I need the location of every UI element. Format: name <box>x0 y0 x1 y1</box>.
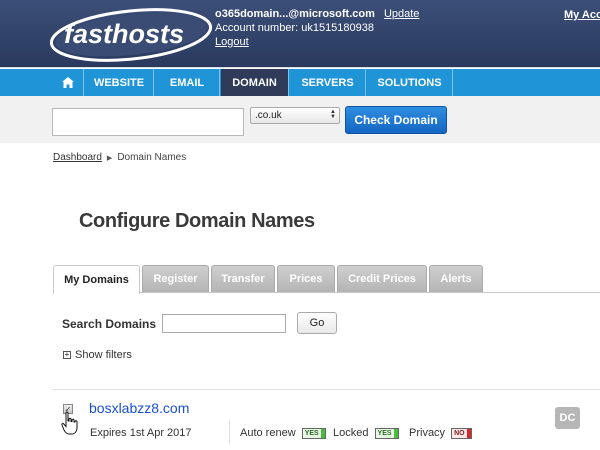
nav-domain[interactable]: DOMAIN <box>221 69 289 96</box>
account-email: o365domain...@microsoft.com <box>215 8 375 20</box>
breadcrumb-current: Domain Names <box>117 152 187 163</box>
nav-servers[interactable]: SERVERS <box>290 69 366 96</box>
nav-home[interactable] <box>52 69 84 96</box>
site-header: fasthosts o365domain...@microsoft.com Up… <box>0 0 600 68</box>
dc-icon[interactable]: DC <box>555 407 580 429</box>
update-link[interactable]: Update <box>384 8 419 20</box>
home-icon <box>61 77 74 88</box>
row-separator <box>229 421 230 443</box>
breadcrumb-arrow-icon: ▶ <box>106 155 113 162</box>
tab-register[interactable]: Register <box>142 265 209 292</box>
locked-label: Locked <box>333 427 369 439</box>
go-button[interactable]: Go <box>297 312 337 334</box>
auto-renew-status: Auto renew YES <box>240 427 326 439</box>
breadcrumb: Dashboard ▶ Domain Names <box>53 152 186 163</box>
domain-name-link[interactable]: bosxlabzz8.com <box>89 400 189 416</box>
locked-value: YES <box>377 430 392 437</box>
row-divider <box>53 389 600 390</box>
locked-toggle[interactable]: YES <box>374 428 399 439</box>
check-domain-button[interactable]: Check Domain <box>345 106 447 134</box>
tab-transfer[interactable]: Transfer <box>211 265 275 292</box>
expand-plus-icon: + <box>63 350 71 359</box>
select-arrows-icon: ▲ ▼ <box>330 109 336 120</box>
domain-expiry: Expires 1st Apr 2017 <box>90 427 192 439</box>
show-filters-label: Show filters <box>75 349 132 361</box>
account-number: Account number: uk1515180938 <box>215 22 375 34</box>
auto-renew-label: Auto renew <box>240 427 296 439</box>
breadcrumb-dashboard[interactable]: Dashboard <box>53 152 102 163</box>
auto-renew-value: YES <box>304 430 319 437</box>
locked-status: Locked YES <box>333 427 399 439</box>
privacy-label: Privacy <box>409 427 446 439</box>
main-nav: WEBSITE EMAIL DOMAIN SERVERS SOLUTIONS <box>0 69 600 96</box>
show-filters-toggle[interactable]: + Show filters <box>63 349 132 361</box>
tld-select[interactable]: .co.uk ▲ ▼ <box>250 107 340 124</box>
tld-selected-value: .co.uk <box>255 110 282 121</box>
nav-email[interactable]: EMAIL <box>155 69 220 96</box>
tab-my-domains[interactable]: My Domains <box>53 265 140 294</box>
privacy-toggle[interactable]: NO <box>451 428 472 439</box>
search-domains-input[interactable] <box>162 314 286 333</box>
svg-text:fasthosts: fasthosts <box>64 19 184 49</box>
tab-alerts[interactable]: Alerts <box>429 265 483 292</box>
domain-search-input[interactable] <box>52 108 244 136</box>
search-domains-label: Search Domains <box>62 317 157 331</box>
account-info: o365domain...@microsoft.com Update Accou… <box>215 7 419 49</box>
hand-cursor-icon <box>61 411 78 435</box>
privacy-value: NO <box>454 430 465 437</box>
my-account-link[interactable]: My Acc <box>564 9 600 21</box>
tab-credit-prices[interactable]: Credit Prices <box>337 265 427 292</box>
nav-solutions[interactable]: SOLUTIONS <box>367 69 453 96</box>
tab-prices[interactable]: Prices <box>277 265 335 292</box>
auto-renew-toggle[interactable]: YES <box>301 428 326 439</box>
fasthosts-logo[interactable]: fasthosts <box>48 6 214 64</box>
page-title: Configure Domain Names <box>79 210 315 232</box>
nav-website[interactable]: WEBSITE <box>85 69 154 96</box>
privacy-status: Privacy NO <box>409 427 472 439</box>
logout-link[interactable]: Logout <box>215 36 249 48</box>
